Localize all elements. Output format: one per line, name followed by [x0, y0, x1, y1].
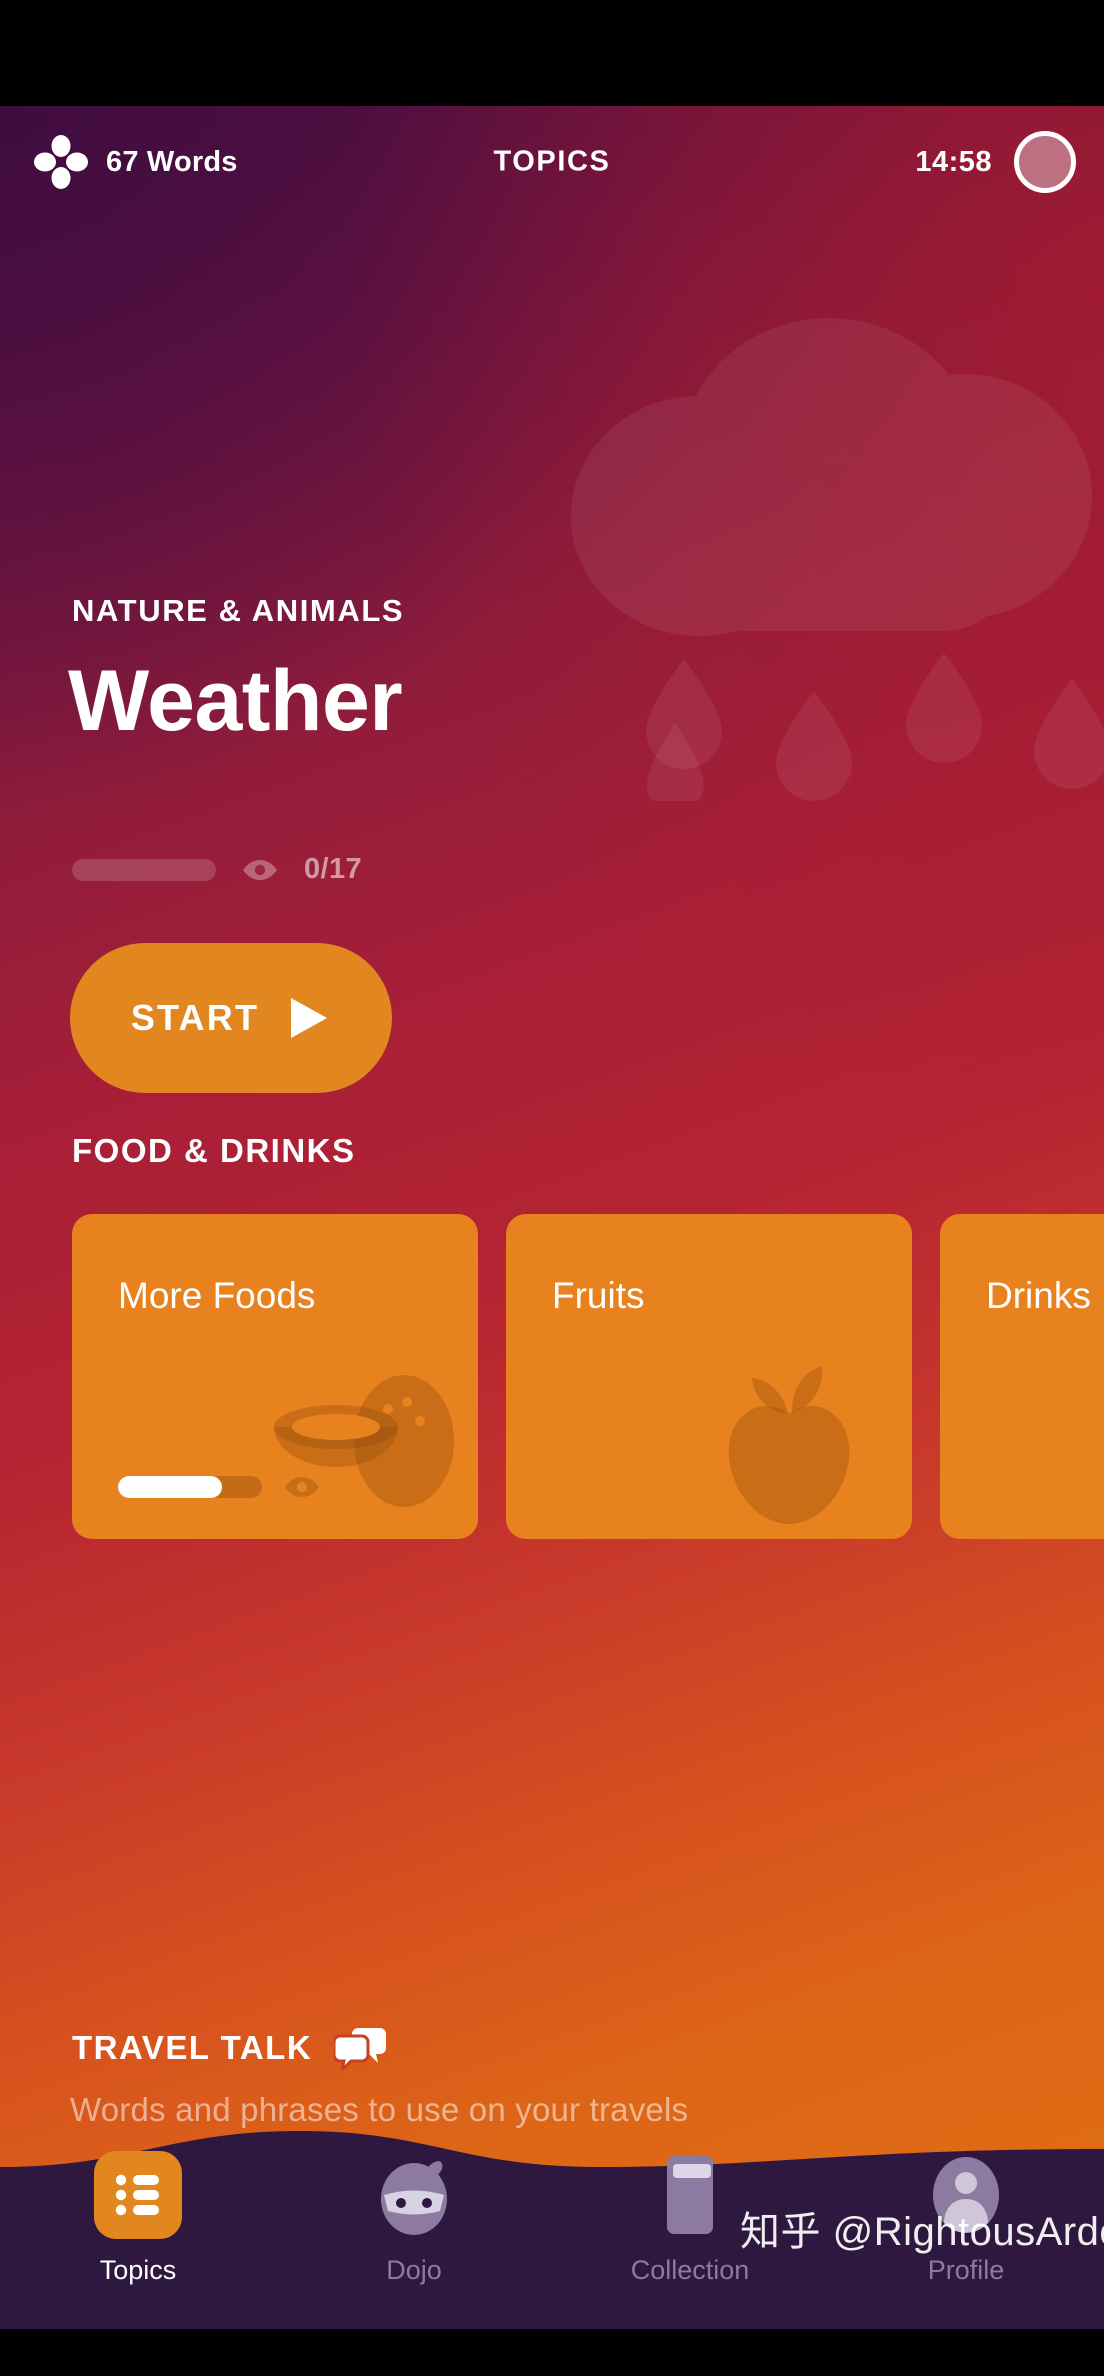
nav-icon-box: [646, 2151, 734, 2239]
topic-card-title: Fruits: [552, 1275, 645, 1316]
topic-card[interactable]: Drinks: [940, 1214, 1104, 1539]
avatar[interactable]: [1014, 131, 1076, 193]
bottom-black-bar: [0, 2329, 1104, 2376]
nav-item-dojo[interactable]: Dojo: [324, 2151, 504, 2286]
nav-item-label: Collection: [630, 2255, 750, 2285]
eye-icon: [243, 859, 277, 880]
section-heading-food-label: FOOD & DRINKS: [72, 1132, 356, 1169]
app-body: 67 Words TOPICS 14:58 NATURE & ANIMALS W…: [0, 106, 1104, 2329]
play-icon: [291, 998, 328, 1038]
list-icon: [115, 2174, 159, 2216]
nav-item-topics[interactable]: Topics: [48, 2151, 228, 2286]
start-button[interactable]: START: [70, 943, 392, 1093]
section-heading-travel: TRAVEL TALK: [72, 2026, 388, 2070]
apple-illustration: [728, 1366, 850, 1524]
topic-card-title: Drinks: [986, 1275, 1091, 1316]
bottom-nav-items[interactable]: Topics Dojo Collection Profile: [0, 2129, 1104, 2329]
bottom-nav: Topics Dojo Collection Profile: [0, 2129, 1104, 2329]
section-subtitle-travel: Words and phrases to use on your travels: [70, 2091, 689, 2128]
person-icon: [933, 2157, 999, 2233]
nav-icon-box: [370, 2151, 458, 2239]
nav-item-label: Profile: [927, 2255, 1005, 2285]
hero-progress-group: 0/17: [72, 853, 362, 886]
topic-card[interactable]: More Foods: [72, 1214, 478, 1539]
book-icon: [667, 2156, 713, 2234]
section-heading-travel-label: TRAVEL TALK: [72, 2029, 313, 2066]
status-bar-notch: [0, 0, 1104, 106]
header-right-group: 14:58: [915, 131, 1076, 193]
hero-progress-count: 0/17: [304, 853, 363, 885]
card-row-food[interactable]: More Foods Fruits Drinks: [0, 1214, 1104, 1539]
nav-item-label: Dojo: [386, 2255, 442, 2285]
nav-item-profile[interactable]: Profile: [876, 2151, 1056, 2286]
nav-icon-box: [94, 2151, 182, 2239]
phone-screen: 67 Words TOPICS 14:58 NATURE & ANIMALS W…: [0, 0, 1104, 2376]
topic-card-title: More Foods: [118, 1275, 316, 1316]
nav-item-collection[interactable]: Collection: [600, 2151, 780, 2286]
hero-progress-bar: [72, 858, 216, 881]
ninja-icon: [381, 2161, 447, 2235]
clock-label: 14:58: [915, 145, 992, 178]
nav-icon-box: [922, 2151, 1010, 2239]
app-header: 67 Words TOPICS 14:58: [0, 106, 1104, 218]
section-heading-food: FOOD & DRINKS: [72, 1132, 356, 1170]
hero-title: Weather: [68, 653, 403, 749]
hero-category-label: NATURE & ANIMALS: [72, 593, 405, 628]
start-button-label: START: [130, 997, 260, 1038]
speech-bubbles-icon: [334, 2028, 387, 2070]
topic-card[interactable]: Fruits: [506, 1214, 912, 1539]
eye-icon: [285, 1477, 319, 1497]
topic-card-progress-bar: [118, 1476, 262, 1498]
nav-item-label: Topics: [99, 2255, 177, 2285]
topic-card-progress-group: [118, 1475, 320, 1499]
topic-card-progress-fill: [118, 1476, 222, 1498]
